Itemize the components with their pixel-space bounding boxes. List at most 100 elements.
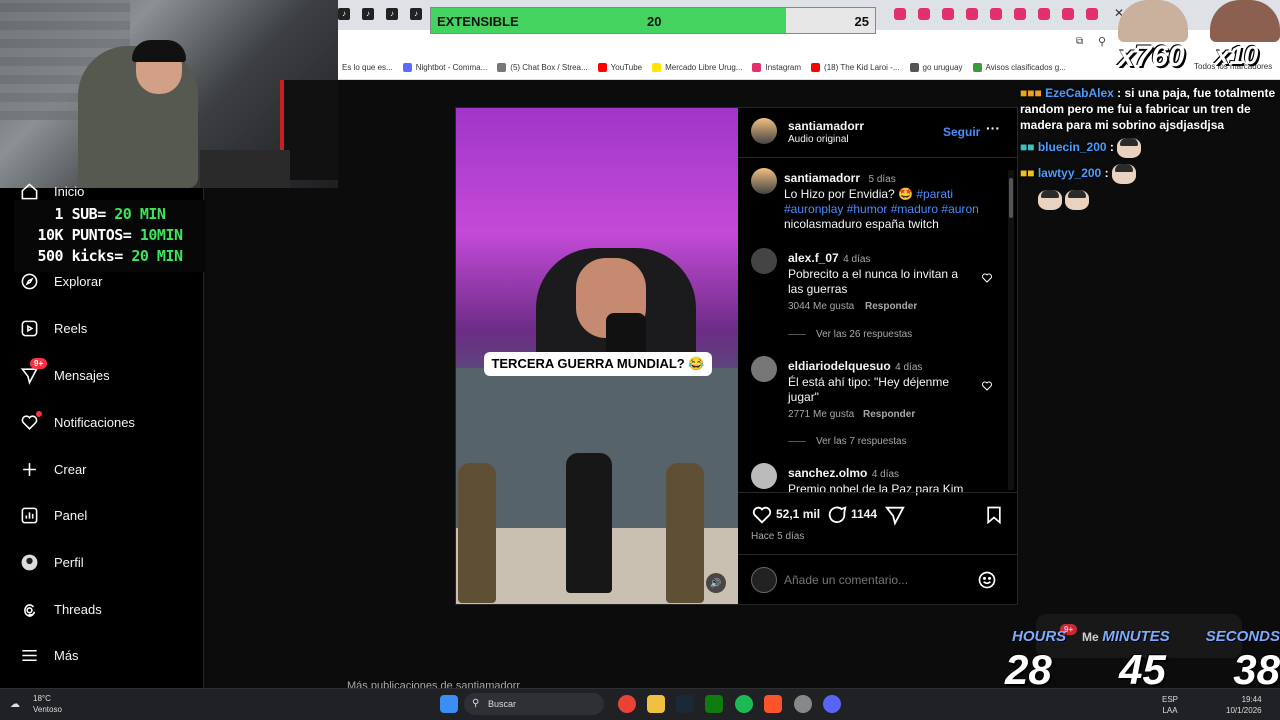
- chat-message: [1016, 188, 1280, 212]
- reply-button[interactable]: Responder: [865, 301, 917, 312]
- chat-emote: [1038, 190, 1062, 210]
- file-explorer-icon[interactable]: [647, 695, 665, 713]
- sidebar-item-explore[interactable]: Explorar: [20, 272, 102, 291]
- likes-count[interactable]: 52,1 mil: [776, 507, 820, 521]
- instagram-tab-icon[interactable]: [894, 8, 906, 20]
- obs-icon[interactable]: [794, 695, 812, 713]
- bookmark-favicon-icon: [652, 63, 662, 72]
- view-replies[interactable]: Ver las 7 respuestas: [788, 436, 907, 447]
- face-emote-image: [1210, 0, 1280, 42]
- sidebar-item-more[interactable]: Más: [20, 646, 79, 665]
- comment-like-icon[interactable]: [981, 380, 993, 392]
- divider: [738, 554, 1017, 555]
- sidebar-item-panel[interactable]: Panel: [20, 506, 87, 525]
- instagram-tab-icon[interactable]: [942, 8, 954, 20]
- taskbar-clock[interactable]: 19:44 10/1/2026: [1226, 694, 1262, 716]
- webcam-feed: [0, 0, 338, 188]
- like-icon[interactable]: [751, 504, 773, 526]
- author-avatar[interactable]: [751, 118, 777, 144]
- bookmark-item[interactable]: (5) Chat Box / Strea...: [497, 63, 588, 72]
- sidebar-item-label: Explorar: [54, 274, 103, 289]
- add-comment-input[interactable]: [784, 570, 974, 590]
- instagram-tab-icon[interactable]: [1038, 8, 1050, 20]
- sidebar-item-threads[interactable]: Threads: [20, 600, 102, 619]
- xbox-icon[interactable]: [705, 695, 723, 713]
- taskbar-search[interactable]: ⚲ Buscar: [464, 693, 604, 715]
- start-icon[interactable]: [440, 695, 458, 713]
- bookmark-item[interactable]: YouTube: [597, 63, 642, 72]
- commenter-avatar[interactable]: [751, 463, 777, 489]
- sidebar-item-create[interactable]: Crear: [20, 460, 87, 479]
- comment-username[interactable]: alex.f_07: [788, 251, 839, 265]
- comment-text: Él está ahí tipo: "Hey déjenme jugar": [788, 375, 950, 404]
- caption-avatar[interactable]: [751, 168, 777, 194]
- commenter-avatar[interactable]: [751, 248, 777, 274]
- plus-icon: [23, 463, 36, 476]
- tiktok-tab-icon[interactable]: ♪: [338, 8, 350, 20]
- comment-like-icon[interactable]: [981, 272, 993, 284]
- comment-username[interactable]: eldiariodelquesuo: [788, 359, 891, 373]
- threads-icon: [24, 604, 36, 617]
- cast-icon[interactable]: ⧉: [1076, 36, 1083, 47]
- bookmark-favicon-icon: [972, 63, 982, 72]
- comment-likes[interactable]: 2771 Me gusta: [788, 409, 854, 420]
- follow-button[interactable]: Seguir: [943, 125, 980, 139]
- comments-count[interactable]: 1144: [851, 507, 877, 521]
- bookmark-item[interactable]: Instagram: [752, 63, 801, 72]
- divider: [738, 492, 1017, 493]
- author-username[interactable]: santiamadorr: [788, 119, 864, 133]
- zoom-icon[interactable]: ⚲: [1098, 35, 1106, 48]
- spotify-icon[interactable]: [735, 695, 753, 713]
- sidebar-item-messages[interactable]: 9+ Mensajes: [20, 358, 110, 385]
- instagram-tab-icon[interactable]: [1014, 8, 1026, 20]
- commenter-avatar[interactable]: [751, 356, 777, 382]
- sidebar-item-profile[interactable]: Perfil: [20, 553, 84, 572]
- post-details-panel: santiamadorr Audio original Seguir ··· s…: [738, 108, 1017, 604]
- chrome-icon[interactable]: [618, 695, 636, 713]
- more-options-icon[interactable]: ···: [986, 120, 1000, 136]
- reply-button[interactable]: Responder: [863, 409, 915, 420]
- instagram-tab-icon[interactable]: [1062, 8, 1074, 20]
- hours-label: HOURS: [1012, 628, 1067, 645]
- save-icon[interactable]: [984, 504, 1004, 526]
- caption-username[interactable]: santiamadorr: [784, 171, 860, 185]
- sidebar-item-home[interactable]: Inicio: [20, 182, 84, 201]
- emoji-icon[interactable]: [977, 570, 997, 590]
- steam-icon[interactable]: [676, 695, 694, 713]
- sidebar-item-notifications[interactable]: Notificaciones: [20, 411, 135, 432]
- comment-username[interactable]: sanchez.olmo: [788, 466, 867, 480]
- rule-line: 500 kicks= 20 MIN: [37, 247, 183, 265]
- weather-widget[interactable]: ☁ 18°C Ventoso: [10, 693, 62, 715]
- instagram-tab-icon[interactable]: [918, 8, 930, 20]
- volume-icon[interactable]: 🔊: [706, 573, 726, 593]
- brave-icon[interactable]: [764, 695, 782, 713]
- seconds-value: 38: [1233, 646, 1280, 693]
- sidebar-item-reels[interactable]: Reels: [20, 319, 87, 338]
- bookmark-item[interactable]: (18) The Kid Laroi -...: [811, 63, 900, 72]
- view-replies[interactable]: Ver las 26 respuestas: [788, 329, 912, 340]
- share-icon[interactable]: [884, 504, 906, 526]
- discord-icon[interactable]: [823, 695, 841, 713]
- notification-dot: [36, 411, 42, 417]
- comment-icon[interactable]: [826, 504, 848, 526]
- tiktok-tab-icon[interactable]: ♪: [362, 8, 374, 20]
- instagram-tab-icon[interactable]: [966, 8, 978, 20]
- divider: [738, 157, 1017, 158]
- language-indicator[interactable]: ESP LAA: [1162, 694, 1178, 716]
- comments-scrollbar[interactable]: [1008, 170, 1014, 490]
- comment-likes[interactable]: 3044 Me gusta: [788, 301, 854, 312]
- bookmark-favicon-icon: [497, 63, 507, 72]
- instagram-tab-icon[interactable]: [990, 8, 1002, 20]
- bookmark-item[interactable]: Nightbot - Comma...: [402, 63, 487, 72]
- tiktok-tab-icon[interactable]: ♪: [386, 8, 398, 20]
- bookmark-item[interactable]: go uruguay: [909, 63, 963, 72]
- instagram-tab-icon[interactable]: [1086, 8, 1098, 20]
- bookmark-item[interactable]: Mercado Libre Urug...: [652, 63, 742, 72]
- extensible-label: EXTENSIBLE: [437, 14, 519, 29]
- bookmark-item[interactable]: Es lo que es...: [342, 63, 393, 72]
- bookmark-item[interactable]: Avisos clasificados g...: [972, 63, 1066, 72]
- scrollbar-thumb[interactable]: [1009, 178, 1013, 218]
- tiktok-tab-icon[interactable]: ♪: [410, 8, 422, 20]
- compass-icon: [21, 273, 38, 290]
- audio-label[interactable]: Audio original: [788, 134, 849, 145]
